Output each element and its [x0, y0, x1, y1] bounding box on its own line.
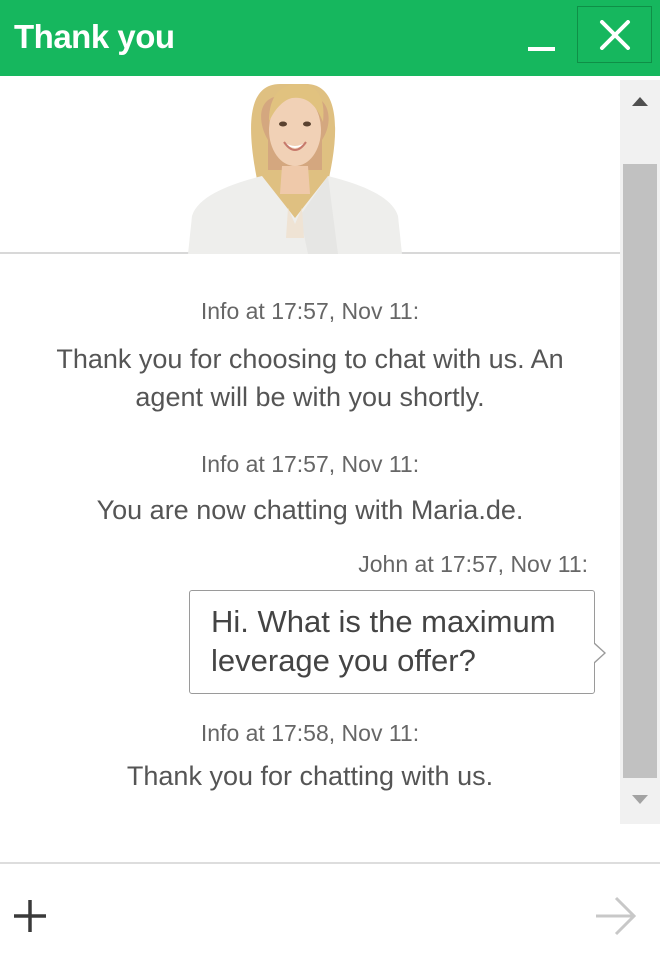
plus-icon	[14, 900, 46, 932]
chat-title-bar: Thank you	[0, 0, 660, 76]
message-composer[interactable]	[0, 862, 660, 954]
close-button[interactable]	[577, 6, 652, 63]
info-timestamp: Info at 17:57, Nov 11:	[200, 298, 420, 324]
close-icon	[600, 20, 630, 50]
send-button[interactable]	[592, 894, 640, 938]
user-message-bubble: Hi. What is the maximum leverage you off…	[189, 590, 595, 694]
info-message: Thank you for chatting with us.	[126, 761, 494, 791]
scroll-up-arrow-icon[interactable]	[620, 80, 660, 124]
chat-scrollbar[interactable]	[620, 80, 660, 824]
minimize-button[interactable]	[521, 14, 561, 62]
chat-transcript: Info at 17:57, Nov 11: Thank you for cho…	[0, 76, 620, 836]
window-title: Thank you	[14, 18, 175, 55]
user-message-timestamp: John at 17:57, Nov 11:	[358, 551, 588, 577]
minimize-icon	[528, 47, 555, 51]
info-message: You are now chatting with Maria.de.	[96, 495, 524, 525]
bubble-tail	[593, 642, 606, 664]
agent-avatar	[188, 84, 402, 254]
info-timestamp: Info at 17:58, Nov 11:	[200, 720, 420, 746]
attach-button[interactable]	[10, 896, 50, 936]
arrow-right-icon	[596, 896, 637, 936]
info-message: Thank you for choosing to chat with us. …	[56, 344, 564, 412]
info-timestamp: Info at 17:57, Nov 11:	[200, 451, 420, 477]
agent-header	[0, 76, 620, 254]
scroll-down-arrow-icon[interactable]	[620, 780, 660, 824]
scrollbar-thumb[interactable]	[623, 164, 657, 778]
